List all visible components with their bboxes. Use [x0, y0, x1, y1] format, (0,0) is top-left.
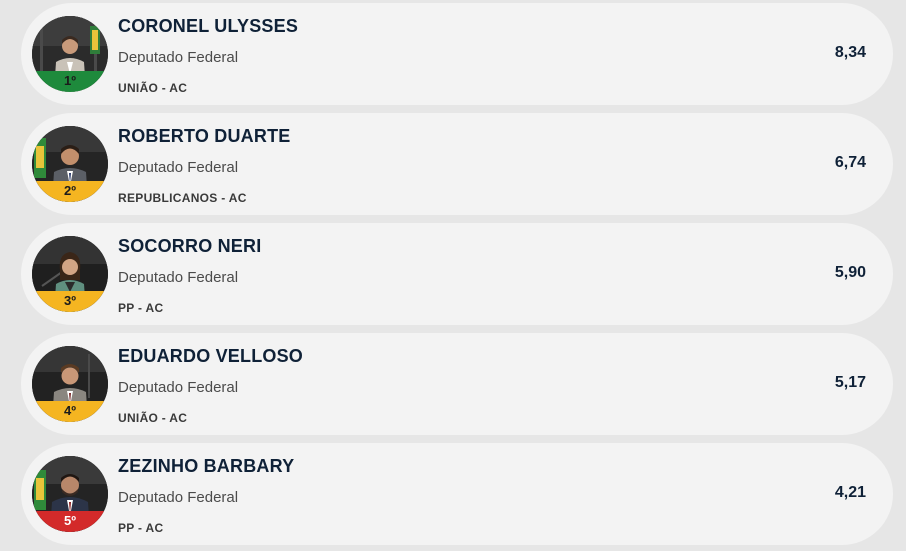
candidate-score: 4,21 — [834, 484, 866, 501]
rank-badge: 1º — [32, 71, 108, 92]
candidate-party: REPUBLICANOS - AC — [118, 191, 247, 205]
rank-badge: 3º — [32, 291, 108, 312]
candidate-role: Deputado Federal — [118, 379, 239, 396]
candidate-score: 8,34 — [834, 44, 866, 61]
ranking-card[interactable]: 3º SOCORRO NERI Deputado Federal PP - AC… — [21, 223, 893, 325]
ranking-list: 1º CORONEL ULYSSES Deputado Federal UNIÃ… — [0, 0, 906, 551]
rank-badge: 2º — [32, 181, 108, 202]
candidate-role: Deputado Federal — [118, 269, 239, 286]
candidate-role: Deputado Federal — [118, 489, 239, 506]
ranking-card[interactable]: 1º CORONEL ULYSSES Deputado Federal UNIÃ… — [21, 3, 893, 105]
candidate-score: 5,90 — [834, 264, 866, 281]
candidate-name: SOCORRO NERI — [118, 236, 262, 256]
avatar: 5º — [32, 456, 108, 532]
ranking-card[interactable]: 4º EDUARDO VELLOSO Deputado Federal UNIÃ… — [21, 333, 893, 435]
avatar: 1º — [32, 16, 108, 92]
candidate-name: EDUARDO VELLOSO — [118, 346, 304, 366]
candidate-role: Deputado Federal — [118, 49, 239, 66]
rank-badge: 5º — [32, 511, 108, 532]
candidate-score: 5,17 — [834, 374, 866, 391]
avatar: 4º — [32, 346, 108, 422]
candidate-name: CORONEL ULYSSES — [118, 16, 299, 36]
avatar: 3º — [32, 236, 108, 312]
candidate-name: ZEZINHO BARBARY — [118, 456, 295, 476]
avatar: 2º — [32, 126, 108, 202]
candidate-party: PP - AC — [118, 521, 164, 535]
candidate-party: PP - AC — [118, 301, 164, 315]
candidate-party: UNIÃO - AC — [118, 81, 188, 95]
candidate-role: Deputado Federal — [118, 159, 239, 176]
ranking-card[interactable]: 2º ROBERTO DUARTE Deputado Federal REPUB… — [21, 113, 893, 215]
ranking-card[interactable]: 5º ZEZINHO BARBARY Deputado Federal PP -… — [21, 443, 893, 545]
rank-badge: 4º — [32, 401, 108, 422]
candidate-score: 6,74 — [834, 154, 866, 171]
candidate-party: UNIÃO - AC — [118, 411, 188, 425]
candidate-name: ROBERTO DUARTE — [118, 126, 291, 146]
